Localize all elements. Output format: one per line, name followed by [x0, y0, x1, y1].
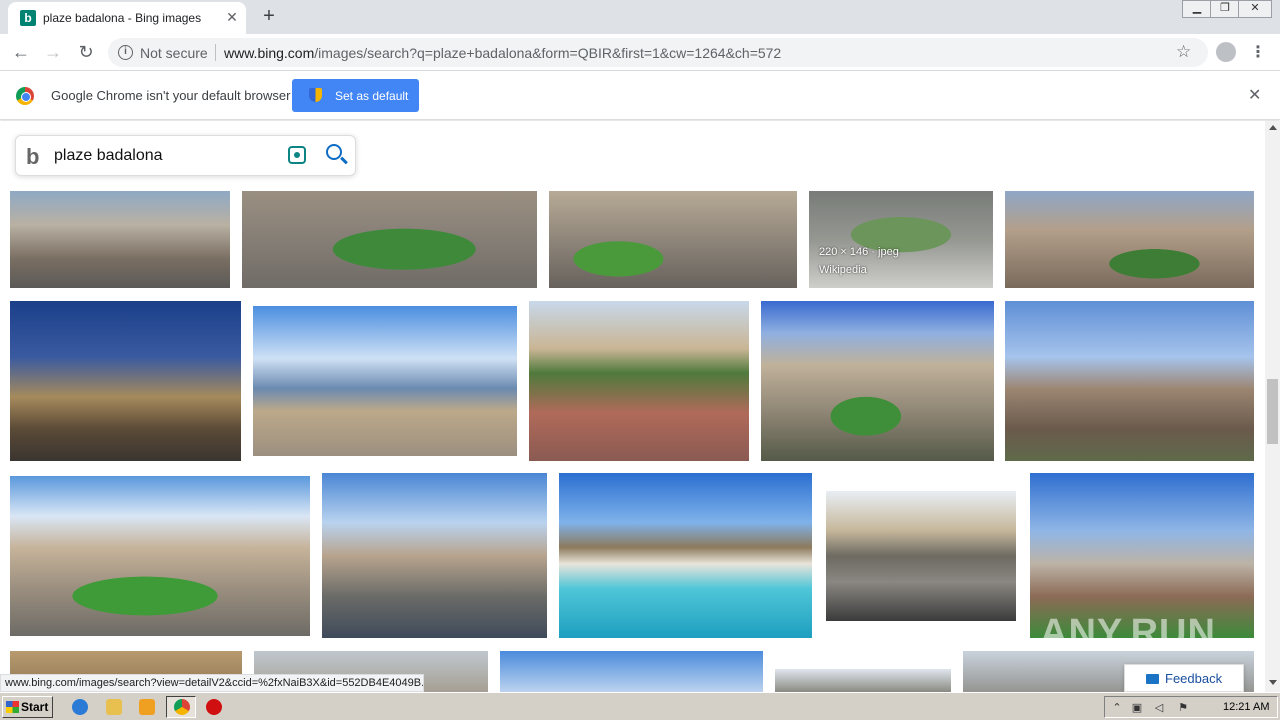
- start-button[interactable]: Start: [2, 696, 53, 718]
- infobar-message: Google Chrome isn't your default browser: [51, 88, 291, 103]
- default-browser-infobar: Google Chrome isn't your default browser…: [0, 71, 1280, 120]
- image-result[interactable]: [10, 301, 241, 461]
- image-result[interactable]: [322, 473, 547, 638]
- image-result[interactable]: [529, 301, 749, 461]
- tab-bing-images[interactable]: b plaze badalona - Bing images ✕: [8, 2, 246, 34]
- tab-strip: b plaze badalona - Bing images ✕ + ▁ ❐ ✕: [0, 0, 1280, 34]
- feedback-label: Feedback: [1165, 671, 1223, 686]
- chat-bubble-icon: [1146, 674, 1159, 684]
- visual-search-icon[interactable]: [288, 146, 306, 164]
- set-as-default-button[interactable]: Set as default: [292, 79, 419, 112]
- start-label: Start: [21, 700, 49, 714]
- tray-expand-icon[interactable]: ⌃: [1111, 701, 1123, 714]
- internet-explorer-icon[interactable]: [72, 699, 88, 715]
- image-result[interactable]: [761, 301, 994, 461]
- shield-icon: [309, 88, 322, 102]
- omnibox-divider: [215, 44, 216, 61]
- image-size-info: 220 × 146 · jpeg: [819, 246, 899, 258]
- maximize-button[interactable]: ❐: [1210, 0, 1240, 18]
- forward-arrow-icon[interactable]: →: [42, 42, 64, 64]
- infobar-close-icon[interactable]: ✕: [1248, 85, 1261, 105]
- scrollbar-thumb[interactable]: [1267, 379, 1278, 444]
- bing-favicon-icon: b: [20, 10, 36, 26]
- search-box[interactable]: b plaze badalona: [15, 135, 356, 176]
- chrome-logo-icon: [16, 87, 34, 105]
- chrome-icon: [174, 699, 190, 715]
- address-bar[interactable]: i Not secure www.bing.com/images/search?…: [108, 38, 1208, 67]
- security-label[interactable]: Not secure: [140, 45, 208, 61]
- chrome-taskbar-button[interactable]: [166, 696, 196, 718]
- minimize-button[interactable]: ▁: [1182, 0, 1212, 18]
- back-arrow-icon[interactable]: ←: [10, 42, 32, 64]
- image-result[interactable]: [549, 191, 797, 288]
- image-result[interactable]: [10, 191, 230, 288]
- image-result[interactable]: [1005, 191, 1254, 288]
- kebab-menu-icon[interactable]: ⋮: [1250, 42, 1266, 62]
- scroll-up-arrow-icon[interactable]: [1269, 125, 1277, 130]
- image-result[interactable]: [242, 191, 537, 288]
- url-path: /images/search?q=plaze+badalona&form=QBI…: [314, 45, 782, 61]
- anyrun-watermark: ANY.RUN: [1040, 612, 1216, 654]
- clock[interactable]: 12:21 AM: [1223, 701, 1269, 713]
- bookmark-star-icon[interactable]: ☆: [1176, 42, 1191, 62]
- image-result[interactable]: [10, 476, 310, 636]
- image-result[interactable]: [1005, 301, 1254, 461]
- url-host: www.bing.com: [224, 45, 315, 61]
- image-result-hovered[interactable]: 220 × 146 · jpeg Wikipedia: [809, 191, 993, 288]
- new-tab-button[interactable]: +: [258, 5, 280, 28]
- volume-icon[interactable]: ◁: [1153, 701, 1165, 714]
- stop-icon[interactable]: [206, 699, 222, 715]
- info-icon[interactable]: i: [118, 45, 133, 60]
- media-player-icon[interactable]: [139, 699, 155, 715]
- tab-close-icon[interactable]: ✕: [224, 9, 240, 26]
- set-as-default-label: Set as default: [335, 89, 409, 103]
- windows-taskbar: Start ⌃ ▣ ◁ ⚑ 12:21 AM: [0, 692, 1280, 720]
- search-input[interactable]: plaze badalona: [54, 147, 163, 165]
- action-center-flag-icon[interactable]: ⚑: [1177, 701, 1189, 714]
- url-text[interactable]: www.bing.com/images/search?q=plaze+badal…: [224, 45, 781, 61]
- bing-logo-icon[interactable]: b: [26, 144, 39, 170]
- folder-icon[interactable]: [106, 699, 122, 715]
- bing-images-page: 220 × 146 · jpeg Wikipedia b plaze badal…: [0, 121, 1265, 692]
- profile-avatar-icon[interactable]: [1216, 42, 1236, 62]
- image-source[interactable]: Wikipedia: [819, 264, 867, 276]
- image-result[interactable]: [559, 473, 812, 638]
- network-icon[interactable]: ▣: [1131, 701, 1143, 714]
- image-result[interactable]: [253, 306, 517, 456]
- browser-toolbar: ← → ↻ i Not secure www.bing.com/images/s…: [0, 34, 1280, 71]
- vertical-scrollbar[interactable]: [1265, 121, 1280, 692]
- scroll-down-arrow-icon[interactable]: [1269, 680, 1277, 685]
- close-window-button[interactable]: ✕: [1238, 0, 1272, 18]
- image-result[interactable]: [775, 669, 951, 692]
- windows-flag-icon: [6, 701, 19, 713]
- reload-icon[interactable]: ↻: [75, 42, 97, 64]
- system-tray: ⌃ ▣ ◁ ⚑ 12:21 AM: [1104, 696, 1278, 718]
- search-icon[interactable]: [326, 144, 342, 160]
- tab-title: plaze badalona - Bing images: [43, 11, 202, 25]
- image-result[interactable]: [826, 491, 1016, 621]
- image-result[interactable]: [500, 651, 763, 692]
- feedback-button[interactable]: Feedback: [1124, 664, 1244, 692]
- status-bar-url: www.bing.com/images/search?view=detailV2…: [0, 674, 424, 692]
